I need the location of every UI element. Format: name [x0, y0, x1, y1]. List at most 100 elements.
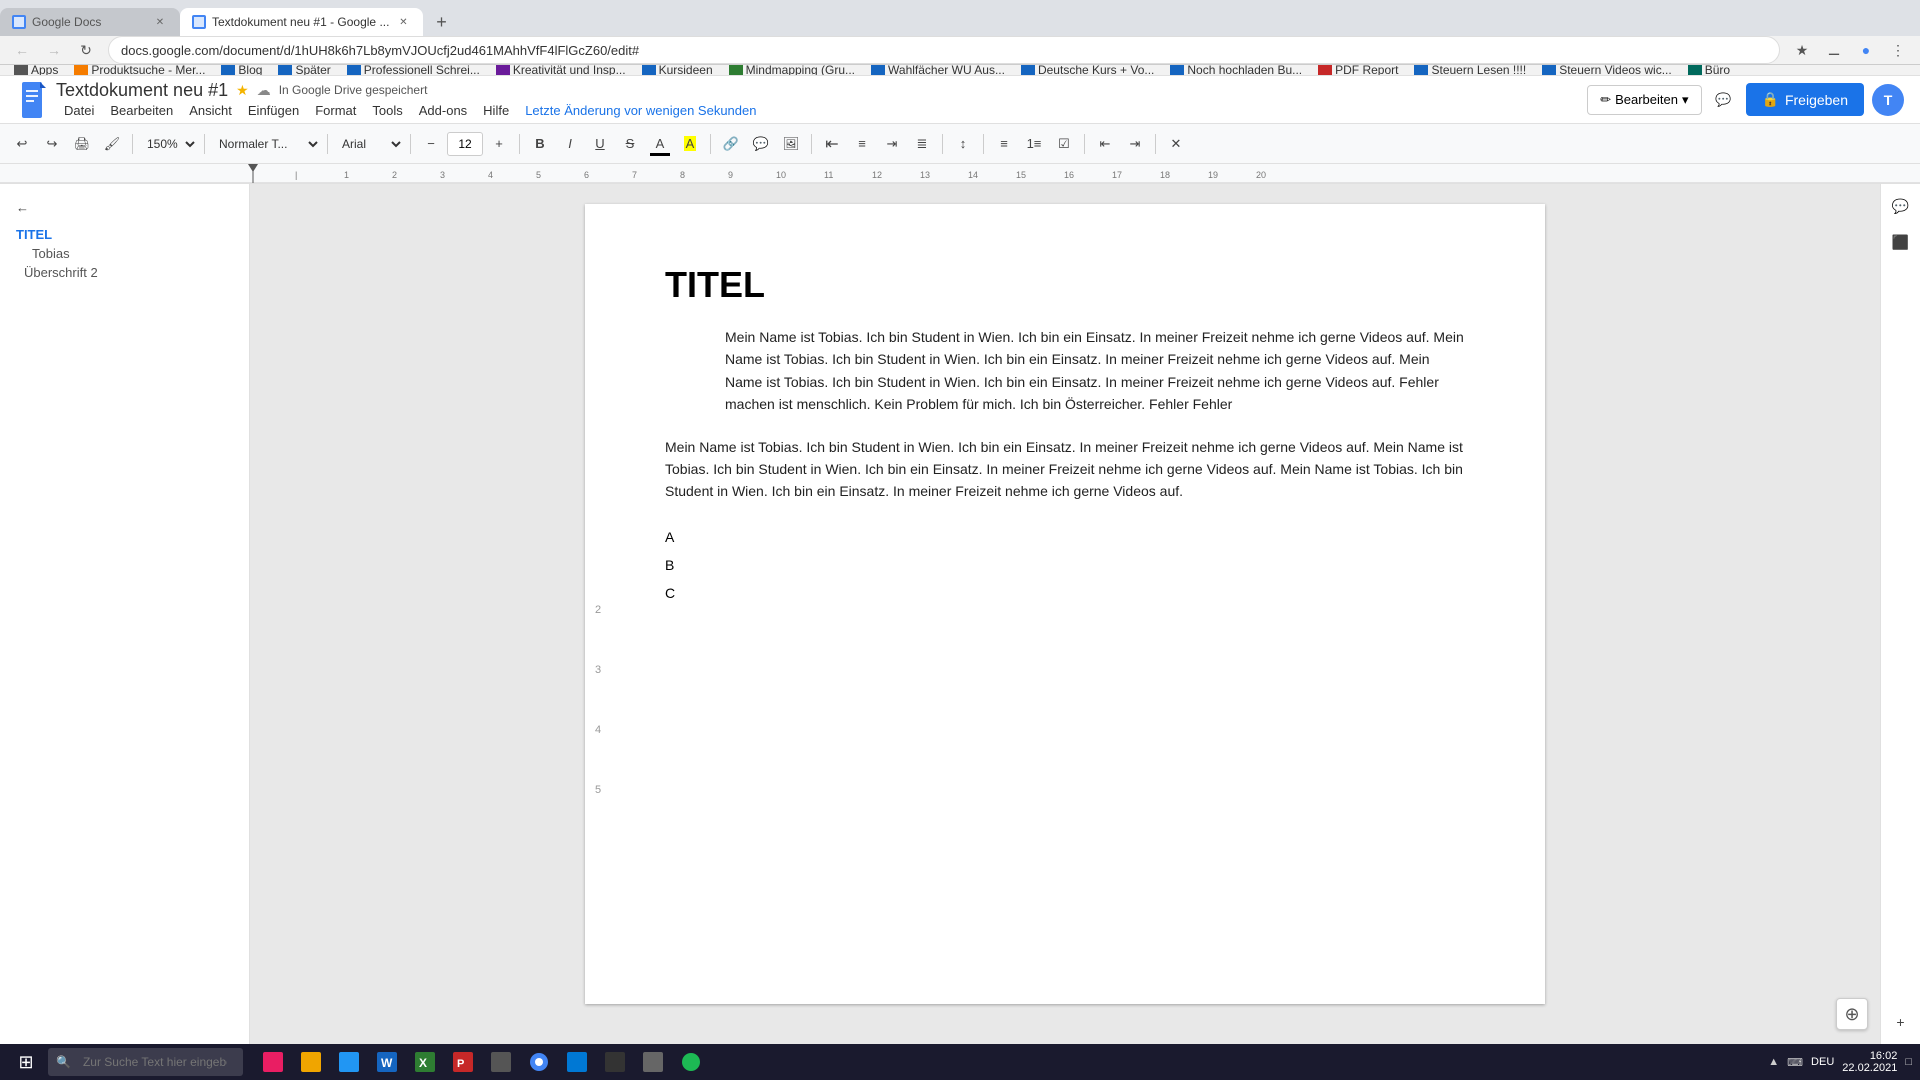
address-bar[interactable]: docs.google.com/document/d/1hUH8k6h7Lb8y…	[108, 36, 1780, 64]
bookmark-apps[interactable]: Apps	[8, 65, 64, 76]
strikethrough-button[interactable]: S	[616, 130, 644, 158]
increase-font-button[interactable]: +	[485, 130, 513, 158]
align-center-button[interactable]: ≡	[848, 130, 876, 158]
bookmark-kursideen[interactable]: Kursideen	[636, 65, 719, 76]
taskbar-app-spotify[interactable]	[673, 1044, 709, 1080]
bookmark-pdf[interactable]: PDF Report	[1312, 65, 1404, 76]
indent-less-button[interactable]: ⇤	[1091, 130, 1119, 158]
comments-button[interactable]: 💬	[1710, 86, 1738, 114]
menu-tools[interactable]: Tools	[364, 101, 410, 120]
menu-ansicht[interactable]: Ansicht	[181, 101, 240, 120]
document-title[interactable]: TITEL	[665, 264, 1465, 306]
taskbar-app-powerpoint[interactable]: P	[445, 1044, 481, 1080]
list-item-c[interactable]: C	[665, 579, 1465, 607]
bookmark-kreativ[interactable]: Kreativität und Insp...	[490, 65, 632, 76]
menu-bearbeiten[interactable]: Bearbeiten	[102, 101, 181, 120]
italic-button[interactable]: I	[556, 130, 584, 158]
tab-google-docs[interactable]: Google Docs ✕	[0, 8, 180, 36]
sidebar-back[interactable]: ←	[16, 200, 233, 215]
menu-format[interactable]: Format	[307, 101, 364, 120]
font-size-input[interactable]	[447, 132, 483, 156]
profile-button[interactable]: ●	[1852, 36, 1880, 64]
bookmark-buero[interactable]: Büro	[1682, 65, 1736, 76]
bullets-button[interactable]: ≡	[990, 130, 1018, 158]
start-button[interactable]: ⊞	[8, 1044, 44, 1080]
highlight-color-button[interactable]: A	[676, 130, 704, 158]
indent-more-button[interactable]: ⇥	[1121, 130, 1149, 158]
doc-title[interactable]: Textdokument neu #1	[56, 80, 228, 101]
document-area[interactable]: 2 3 4 5 TITEL Mein Name ist Tobias. Ich …	[250, 184, 1880, 1044]
menu-datei[interactable]: Datei	[56, 101, 102, 120]
taskbar-app-5[interactable]	[483, 1044, 519, 1080]
taskbar-app-chrome[interactable]	[521, 1044, 557, 1080]
align-justify-button[interactable]: ≣	[908, 130, 936, 158]
bookmark-spaeter[interactable]: Später	[272, 65, 336, 76]
outline-item-tobias[interactable]: Tobias	[16, 246, 233, 261]
extensions-button[interactable]: ⚊	[1820, 36, 1848, 64]
menu-hilfe[interactable]: Hilfe	[475, 101, 517, 120]
redo-button[interactable]: ↪	[38, 130, 66, 158]
undo-button[interactable]: ↩	[8, 130, 36, 158]
document-para2[interactable]: Mein Name ist Tobias. Ich bin Student in…	[665, 436, 1465, 503]
checklist-button[interactable]: ☑	[1050, 130, 1078, 158]
bookmark-mindmapping[interactable]: Mindmapping (Gru...	[723, 65, 861, 76]
bookmark-deutschkurs[interactable]: Deutsche Kurs + Vo...	[1015, 65, 1160, 76]
bookmark-wahlfaecher[interactable]: Wahlfächer WU Aus...	[865, 65, 1011, 76]
taskbar-app-word[interactable]: W	[369, 1044, 405, 1080]
bookmark-steuern-videos[interactable]: Steuern Videos wic...	[1536, 65, 1678, 76]
taskbar-app-explorer[interactable]	[293, 1044, 329, 1080]
zoom-select[interactable]: 150%	[139, 131, 198, 157]
refresh-button[interactable]: ↻	[72, 36, 100, 64]
image-button[interactable]: 🖼	[777, 130, 805, 158]
forward-button[interactable]: →	[40, 36, 68, 64]
comment-button[interactable]: 💬	[747, 130, 775, 158]
right-panel-comments[interactable]: 💬	[1887, 192, 1915, 220]
tab-textdoc-close[interactable]: ✕	[395, 14, 411, 30]
outline-item-titel[interactable]: TITEL	[16, 227, 233, 242]
menu-addons[interactable]: Add-ons	[411, 101, 475, 120]
bookmark-button[interactable]: ★	[1788, 36, 1816, 64]
bookmark-professionell[interactable]: Professionell Schrei...	[341, 65, 486, 76]
paint-format-button[interactable]: 🖌	[98, 130, 126, 158]
text-color-button[interactable]: A	[646, 130, 674, 158]
outline-item-ueberschrift2[interactable]: Überschrift 2	[16, 265, 233, 280]
zoom-button[interactable]: ⊕	[1836, 998, 1868, 1030]
new-tab-button[interactable]: +	[427, 8, 455, 36]
taskbar-app-edge[interactable]	[559, 1044, 595, 1080]
taskbar-search-input[interactable]	[75, 1048, 235, 1076]
bookmark-hochladen[interactable]: Noch hochladen Bu...	[1164, 65, 1308, 76]
bold-button[interactable]: B	[526, 130, 554, 158]
document-para1[interactable]: Mein Name ist Tobias. Ich bin Student in…	[725, 326, 1465, 416]
tab-textdoc[interactable]: Textdokument neu #1 - Google ... ✕	[180, 8, 423, 36]
bookmark-steuern-lesen[interactable]: Steuern Lesen !!!!	[1408, 65, 1532, 76]
numbered-button[interactable]: 1≡	[1020, 130, 1048, 158]
right-panel-chat[interactable]: ⬛	[1887, 228, 1915, 256]
menu-einfuegen[interactable]: Einfügen	[240, 101, 307, 120]
taskbar-app-7[interactable]	[597, 1044, 633, 1080]
taskbar-app-3[interactable]	[331, 1044, 367, 1080]
style-select[interactable]: Normaler T...	[211, 131, 321, 157]
align-left-button[interactable]: ⇤	[818, 130, 846, 158]
list-item-a[interactable]: A	[665, 523, 1465, 551]
edit-button[interactable]: ✏ Bearbeiten ▾	[1587, 85, 1701, 115]
star-icon[interactable]: ★	[236, 82, 249, 99]
right-panel-zoom-in[interactable]: +	[1887, 1008, 1915, 1036]
print-button[interactable]: 🖨	[68, 130, 96, 158]
list-item-b[interactable]: B	[665, 551, 1465, 579]
bookmark-blog[interactable]: Blog	[215, 65, 268, 76]
taskbar-search-area[interactable]: 🔍	[48, 1048, 243, 1076]
line-spacing-button[interactable]: ↕	[949, 130, 977, 158]
decrease-font-button[interactable]: −	[417, 130, 445, 158]
menu-last-change[interactable]: Letzte Änderung vor wenigen Sekunden	[517, 101, 764, 120]
tab-google-docs-close[interactable]: ✕	[152, 14, 168, 30]
align-right-button[interactable]: ⇥	[878, 130, 906, 158]
taskbar-app-8[interactable]	[635, 1044, 671, 1080]
clear-format-button[interactable]: ✕	[1162, 130, 1190, 158]
underline-button[interactable]: U	[586, 130, 614, 158]
taskbar-app-files[interactable]	[255, 1044, 291, 1080]
user-avatar[interactable]: T	[1872, 84, 1904, 116]
share-button[interactable]: 🔒 Freigeben	[1746, 83, 1864, 116]
link-button[interactable]: 🔗	[717, 130, 745, 158]
taskbar-app-excel[interactable]: X	[407, 1044, 443, 1080]
back-button[interactable]: ←	[8, 36, 36, 64]
